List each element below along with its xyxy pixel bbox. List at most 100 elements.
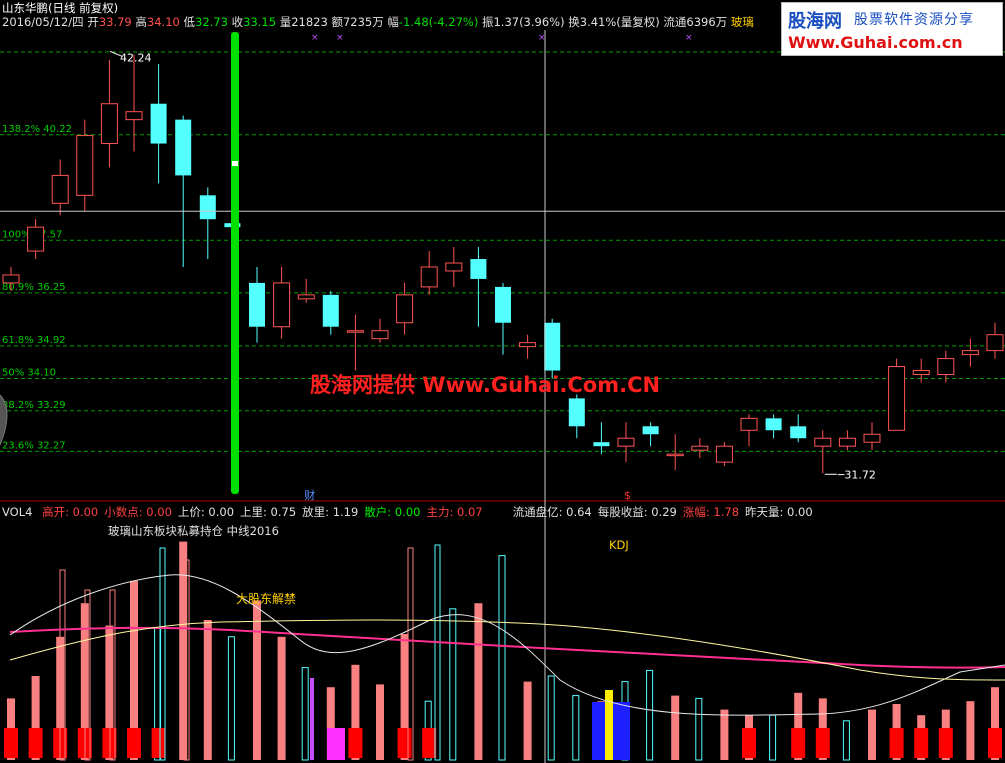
candle xyxy=(346,314,364,371)
indicator-field: 上价: 0.00 xyxy=(178,505,234,519)
candle-body xyxy=(371,330,389,340)
volume-block xyxy=(742,728,756,758)
candle xyxy=(420,251,438,295)
candle xyxy=(568,394,585,439)
volume-bar-fill xyxy=(523,681,532,760)
volume-bar xyxy=(815,698,830,760)
candle xyxy=(150,63,167,184)
candle xyxy=(937,350,955,383)
fib-label: 38.2% 33.29 xyxy=(2,400,66,411)
volume-block xyxy=(348,728,363,758)
volume-bar xyxy=(127,580,141,760)
ma-line-pink xyxy=(9,626,1005,669)
volume-bar xyxy=(397,634,412,760)
candle xyxy=(297,278,315,303)
amount-value: 7235万 xyxy=(342,15,384,29)
fib-label: 23.6% 32.27 xyxy=(2,440,66,451)
candle xyxy=(838,430,856,451)
watermark: 股海网提供 Www.Guhai.Com.CN xyxy=(310,373,661,397)
event-marker: 财 xyxy=(304,488,315,502)
candle-body xyxy=(322,294,339,327)
volume-bar-fill xyxy=(868,709,876,760)
volume-bar xyxy=(277,636,286,760)
indicator-field-value: 0.00 xyxy=(142,505,172,519)
volume-bar xyxy=(695,697,703,761)
fib-label: 61.8% 34.92 xyxy=(2,335,66,346)
indicator-header: VOL4 高开: 0.00 小数点: 0.00 上价: 0.00 上里: 0.75 放里… xyxy=(2,505,813,519)
volume-bar xyxy=(988,687,1002,760)
candle-body xyxy=(838,437,856,447)
sector-tag[interactable]: 玻璃 xyxy=(731,15,754,29)
indicator-field-label: 小数点: xyxy=(104,505,143,519)
quote-date: 2016/05/12/四 xyxy=(2,15,84,29)
vol-value: 21823 xyxy=(291,15,328,29)
candle xyxy=(593,422,610,455)
turnover-value: 3.41%(量复权) xyxy=(579,15,660,29)
indicator-field: 散户: 0.00 xyxy=(364,505,420,519)
change-value: -1.48(-4.27%) xyxy=(398,15,479,29)
volume-block xyxy=(422,728,437,758)
volume-block xyxy=(102,728,117,758)
volume-bar xyxy=(742,715,756,760)
candle-body xyxy=(51,174,69,204)
guhai-logo[interactable]: 股海网 股票软件资源分享 Www.Guhai.com.cn xyxy=(781,2,1003,56)
volume-bar xyxy=(646,669,654,761)
volume-bar xyxy=(938,709,953,760)
candle-body xyxy=(863,433,881,443)
candle-body xyxy=(519,342,537,348)
volume-bar-outline xyxy=(646,669,654,761)
purple-marker: × xyxy=(538,33,546,43)
amp-value: 1.37(3.96%) xyxy=(493,15,565,29)
volume-bar xyxy=(889,704,904,760)
logo-slogan: 股票软件资源分享 xyxy=(854,12,974,28)
volume-block xyxy=(988,728,1002,758)
candle xyxy=(519,334,537,359)
candle-body xyxy=(76,135,94,196)
stock-title: 山东华鹏(日线 前复权) xyxy=(2,1,119,15)
high-label: 高 xyxy=(135,15,147,29)
indicator-caption: 玻璃山东板块私募持仓 中线2016 xyxy=(108,524,279,538)
volume-bar-fill xyxy=(203,620,212,760)
volume-bar xyxy=(227,636,235,761)
candle xyxy=(765,414,782,439)
fib-label: 50% 34.10 xyxy=(2,367,56,378)
volume-bar xyxy=(301,667,309,761)
volume-bar-fill xyxy=(474,603,483,760)
logo-brand: 股海网 xyxy=(788,11,842,32)
candle-body xyxy=(593,442,610,447)
candle-body xyxy=(2,274,20,284)
quote-details: 2016/05/12/四 开33.79 高34.10 低32.73 收33.15… xyxy=(2,15,754,29)
vol-label: 量 xyxy=(279,15,292,29)
candle-body xyxy=(740,417,758,431)
volume-block xyxy=(889,728,904,758)
indicator-name[interactable]: VOL4 xyxy=(2,505,32,519)
volume-bar xyxy=(572,695,580,761)
candle-body xyxy=(544,322,561,371)
change-label: 幅 xyxy=(387,15,399,29)
candle xyxy=(396,282,414,335)
candle-body xyxy=(912,370,930,376)
high-value: 34.10 xyxy=(146,15,180,29)
candle xyxy=(249,266,265,343)
candle-body xyxy=(150,103,167,144)
purple-marker: × xyxy=(336,33,344,43)
open-label: 开 xyxy=(87,15,99,29)
volume-bar xyxy=(348,664,363,760)
candle-body xyxy=(568,398,585,427)
candle xyxy=(470,247,487,327)
volume-bar xyxy=(449,608,457,761)
indicator-field-value: 0.75 xyxy=(266,505,297,519)
candle-body xyxy=(495,286,511,323)
candle xyxy=(175,115,192,267)
candle xyxy=(495,282,511,355)
candle-body xyxy=(125,111,143,121)
candle xyxy=(790,414,807,443)
indicator-field-value: 0.64 xyxy=(562,505,592,519)
candle-body xyxy=(642,426,659,435)
candle-body xyxy=(765,418,782,431)
candle xyxy=(961,338,979,367)
volume-bar-outline xyxy=(227,636,235,761)
volume-bar-fill xyxy=(253,600,261,760)
candle xyxy=(863,422,881,451)
volume-bar-outline xyxy=(547,675,555,761)
